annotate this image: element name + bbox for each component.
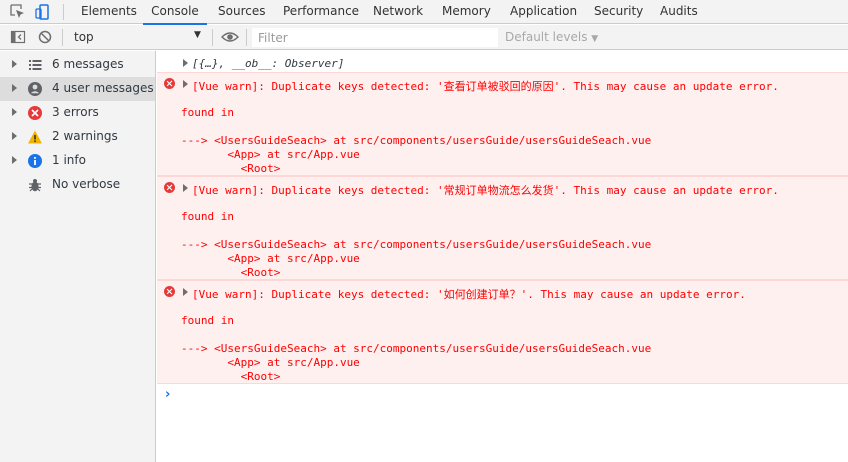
expand-arrow-icon[interactable] bbox=[183, 288, 188, 296]
console-prompt[interactable]: › bbox=[165, 387, 170, 402]
error-trace-line: <App> at src/App.vue bbox=[181, 252, 360, 265]
tab-network[interactable]: Network bbox=[373, 0, 423, 24]
error-text: [Vue warn]: Duplicate keys detected: '查看… bbox=[192, 80, 779, 93]
console-error-message[interactable]: [Vue warn]: Duplicate keys detected: '查看… bbox=[157, 72, 848, 176]
error-trace-line: ---> <UsersGuideSeach> at src/components… bbox=[181, 342, 652, 355]
console-sidebar: 6 messages 4 user messages 3 errors 2 wa… bbox=[0, 51, 156, 462]
console-error-message[interactable]: [Vue warn]: Duplicate keys detected: '常规… bbox=[157, 176, 848, 280]
device-toolbar-icon[interactable] bbox=[34, 3, 52, 21]
dropdown-arrow-icon: ▼ bbox=[194, 30, 201, 40]
toolbar-divider bbox=[63, 4, 64, 20]
sidebar-item-warnings[interactable]: 2 warnings bbox=[0, 125, 155, 149]
expand-arrow-icon[interactable] bbox=[12, 132, 17, 140]
console-output[interactable]: [{…}, __ob__: Observer] [Vue warn]: Dupl… bbox=[157, 51, 848, 462]
tab-security[interactable]: Security bbox=[594, 0, 643, 24]
expand-arrow-icon[interactable] bbox=[12, 60, 17, 68]
sidebar-item-label: 3 errors bbox=[52, 105, 99, 119]
log-levels-label: Default levels bbox=[505, 30, 588, 44]
error-text: [Vue warn]: Duplicate keys detected: '常规… bbox=[192, 184, 779, 197]
toolbar-divider bbox=[212, 29, 213, 46]
error-found-in: found in bbox=[181, 314, 234, 327]
expand-arrow-icon[interactable] bbox=[183, 80, 188, 88]
error-trace-line: <Root> bbox=[181, 162, 281, 175]
error-icon bbox=[164, 182, 175, 193]
expand-arrow-icon[interactable] bbox=[12, 156, 17, 164]
error-icon bbox=[164, 286, 175, 297]
error-trace-line: <App> at src/App.vue bbox=[181, 356, 360, 369]
expand-arrow-icon[interactable] bbox=[183, 59, 188, 67]
tab-console[interactable]: Console bbox=[143, 0, 207, 25]
sidebar-item-info[interactable]: 1 info bbox=[0, 149, 155, 173]
log-levels-dropdown[interactable]: Default levels ▼ bbox=[505, 30, 598, 44]
list-icon bbox=[29, 60, 42, 70]
error-trace-line: <Root> bbox=[181, 266, 281, 279]
tab-performance[interactable]: Performance bbox=[283, 0, 359, 24]
sidebar-item-user-messages[interactable]: 4 user messages bbox=[0, 77, 155, 101]
sidebar-item-label: 2 warnings bbox=[52, 129, 118, 143]
sidebar-item-verbose[interactable]: No verbose bbox=[0, 173, 155, 197]
warning-icon bbox=[28, 130, 42, 144]
error-trace-line: <Root> bbox=[181, 370, 281, 383]
context-selector[interactable]: top ▼ bbox=[66, 27, 208, 47]
sidebar-item-label: 4 user messages bbox=[52, 81, 154, 95]
error-found-in: found in bbox=[181, 106, 234, 119]
context-selector-value: top bbox=[74, 30, 94, 44]
eye-icon[interactable] bbox=[220, 28, 240, 46]
tab-sources[interactable]: Sources bbox=[218, 0, 265, 24]
info-icon bbox=[28, 154, 42, 168]
tab-memory[interactable]: Memory bbox=[442, 0, 491, 24]
tab-audits[interactable]: Audits bbox=[660, 0, 698, 24]
user-icon bbox=[28, 82, 42, 96]
console-toolbar: top ▼ Default levels ▼ bbox=[0, 25, 848, 50]
bug-icon bbox=[29, 179, 41, 192]
toolbar-divider bbox=[62, 29, 63, 46]
dropdown-arrow-icon: ▼ bbox=[591, 34, 599, 44]
devtools-tab-bar: Elements Console Sources Performance Net… bbox=[0, 0, 848, 25]
error-icon bbox=[164, 78, 175, 89]
expand-arrow-icon[interactable] bbox=[12, 108, 17, 116]
console-object-row[interactable]: [{…}, __ob__: Observer] bbox=[157, 53, 848, 72]
error-icon bbox=[28, 106, 42, 120]
tab-elements[interactable]: Elements bbox=[81, 0, 137, 24]
sidebar-item-errors[interactable]: 3 errors bbox=[0, 101, 155, 125]
clear-console-icon[interactable] bbox=[36, 28, 54, 46]
expand-arrow-icon[interactable] bbox=[183, 184, 188, 192]
filter-input[interactable] bbox=[252, 28, 498, 47]
console-error-message[interactable]: [Vue warn]: Duplicate keys detected: '如何… bbox=[157, 280, 848, 384]
sidebar-item-messages[interactable]: 6 messages bbox=[0, 53, 155, 77]
expand-arrow-icon[interactable] bbox=[12, 84, 17, 92]
error-trace-line: <App> at src/App.vue bbox=[181, 148, 360, 161]
sidebar-item-label: No verbose bbox=[52, 177, 121, 191]
error-text: [Vue warn]: Duplicate keys detected: '如何… bbox=[192, 288, 746, 301]
toolbar-divider bbox=[246, 29, 247, 46]
sidebar-item-label: 6 messages bbox=[52, 57, 124, 71]
inspect-element-icon[interactable] bbox=[9, 3, 27, 21]
object-preview: [{…}, __ob__: Observer] bbox=[192, 57, 345, 70]
error-trace-line: ---> <UsersGuideSeach> at src/components… bbox=[181, 134, 652, 147]
sidebar-toggle-icon[interactable] bbox=[9, 28, 27, 46]
tab-application[interactable]: Application bbox=[510, 0, 577, 24]
error-found-in: found in bbox=[181, 210, 234, 223]
error-trace-line: ---> <UsersGuideSeach> at src/components… bbox=[181, 238, 652, 251]
sidebar-item-label: 1 info bbox=[52, 153, 86, 167]
